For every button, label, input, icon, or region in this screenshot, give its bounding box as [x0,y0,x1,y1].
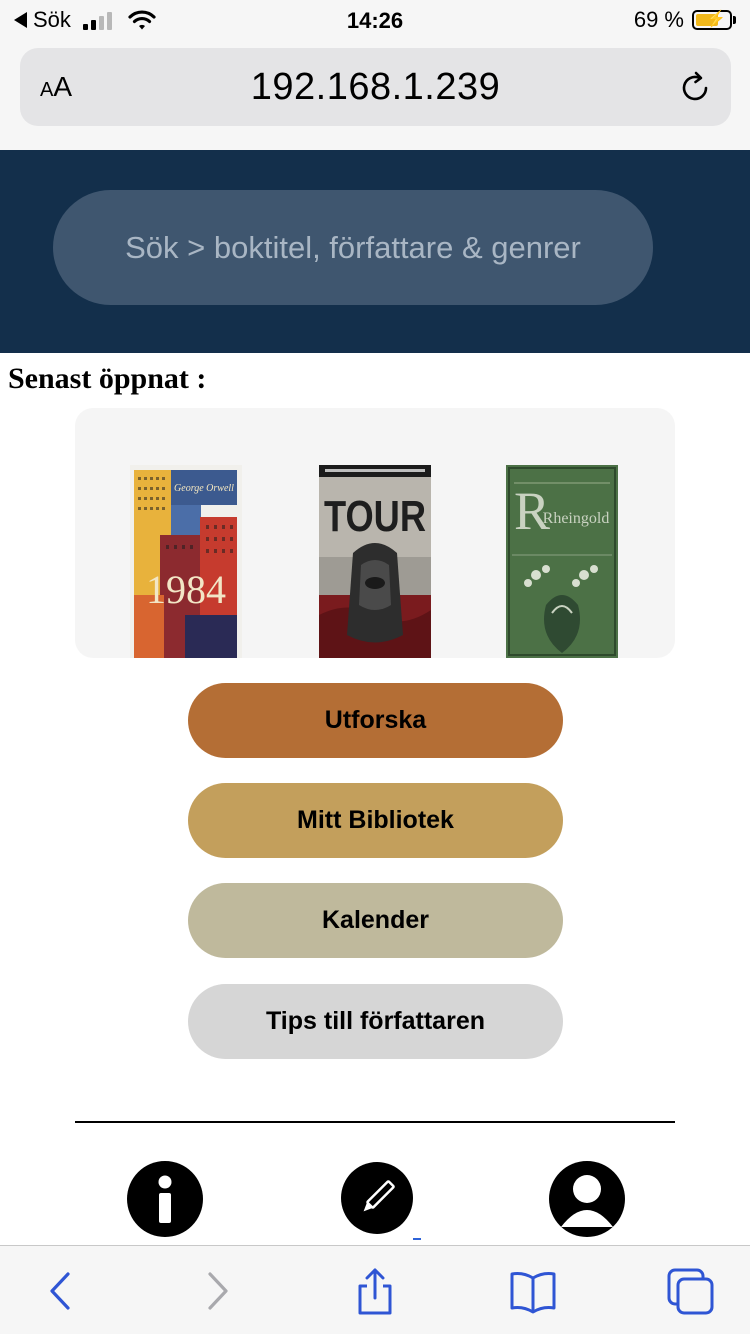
book-cover-rheingold[interactable]: R Rheingold [506,465,618,658]
reload-icon[interactable] [677,70,713,106]
svg-text:George Orwell: George Orwell [174,483,234,494]
status-bar: Sök 14:26 69 % ⚡ [0,0,750,40]
app-header [0,150,750,353]
my-library-button[interactable]: Mitt Bibliotek [188,783,563,858]
battery-icon: ⚡ [692,10,736,30]
browser-toolbar [0,1245,750,1334]
battery-status: 69 % ⚡ [633,7,736,33]
tabs-icon[interactable] [665,1266,715,1316]
pencil-icon[interactable] [341,1162,413,1234]
share-icon[interactable] [350,1266,400,1316]
author-tips-button[interactable]: Tips till författaren [188,984,563,1059]
forward-arrow-icon[interactable] [192,1266,242,1316]
user-icon[interactable] [549,1161,625,1237]
book-cover-1984[interactable]: George Orwell 1984 [130,465,242,658]
calendar-button[interactable]: Kalender [188,883,563,958]
explore-button[interactable]: Utforska [188,683,563,758]
link-underline [413,1238,421,1240]
info-icon[interactable] [127,1161,203,1237]
recent-section-title: Senast öppnat : [8,362,207,395]
svg-text:TOUR: TOUR [324,492,426,541]
battery-percent: 69 % [633,7,684,32]
svg-text:Rheingold: Rheingold [543,510,610,527]
search-input[interactable] [53,190,653,305]
recent-books-carousel: George Orwell 1984 TOUR R Rheingold [75,408,675,658]
browser-address-area: AA 192.168.1.239 [0,40,750,150]
back-arrow-icon[interactable] [36,1266,86,1316]
svg-text:1984: 1984 [146,567,226,612]
address-bar[interactable]: AA 192.168.1.239 [20,48,731,126]
charging-bolt-icon: ⚡ [706,11,726,28]
divider [75,1121,675,1123]
book-cover-tour[interactable]: TOUR [319,465,431,658]
url-text[interactable]: 192.168.1.239 [20,48,731,126]
bookmarks-icon[interactable] [508,1266,558,1316]
